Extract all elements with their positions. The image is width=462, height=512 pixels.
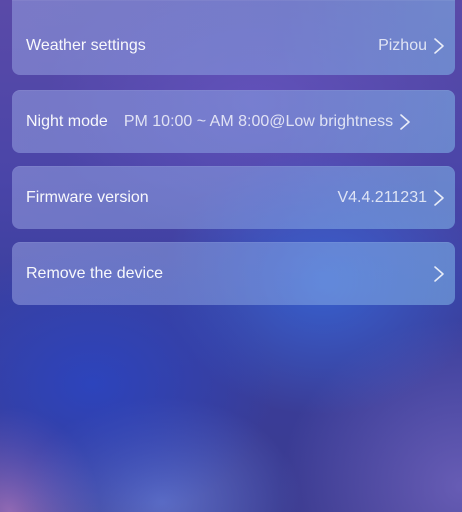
- chevron-right-icon: [433, 189, 445, 207]
- firmware-version-label: Firmware version: [26, 188, 149, 206]
- night-mode-row[interactable]: Night mode PM 10:00 ~ AM 8:00@Low bright…: [12, 90, 455, 153]
- weather-city-value: Pizhou: [378, 36, 427, 54]
- chevron-right-icon: [399, 113, 411, 131]
- night-mode-value: PM 10:00 ~ AM 8:00@Low brightness: [123, 112, 394, 130]
- night-mode-label: Night mode: [26, 112, 108, 130]
- weather-settings-row[interactable]: Weather settings Pizhou: [12, 0, 455, 75]
- settings-list: Weather settings Pizhou Night mode PM 10…: [12, 0, 455, 318]
- weather-settings-label: Weather settings: [26, 36, 146, 54]
- firmware-version-value: V4.4.211231: [337, 188, 427, 206]
- remove-device-row[interactable]: Remove the device: [12, 242, 455, 305]
- firmware-version-row[interactable]: Firmware version V4.4.211231: [12, 166, 455, 229]
- remove-device-label: Remove the device: [26, 264, 163, 282]
- chevron-right-icon: [433, 265, 445, 283]
- chevron-right-icon: [433, 37, 445, 55]
